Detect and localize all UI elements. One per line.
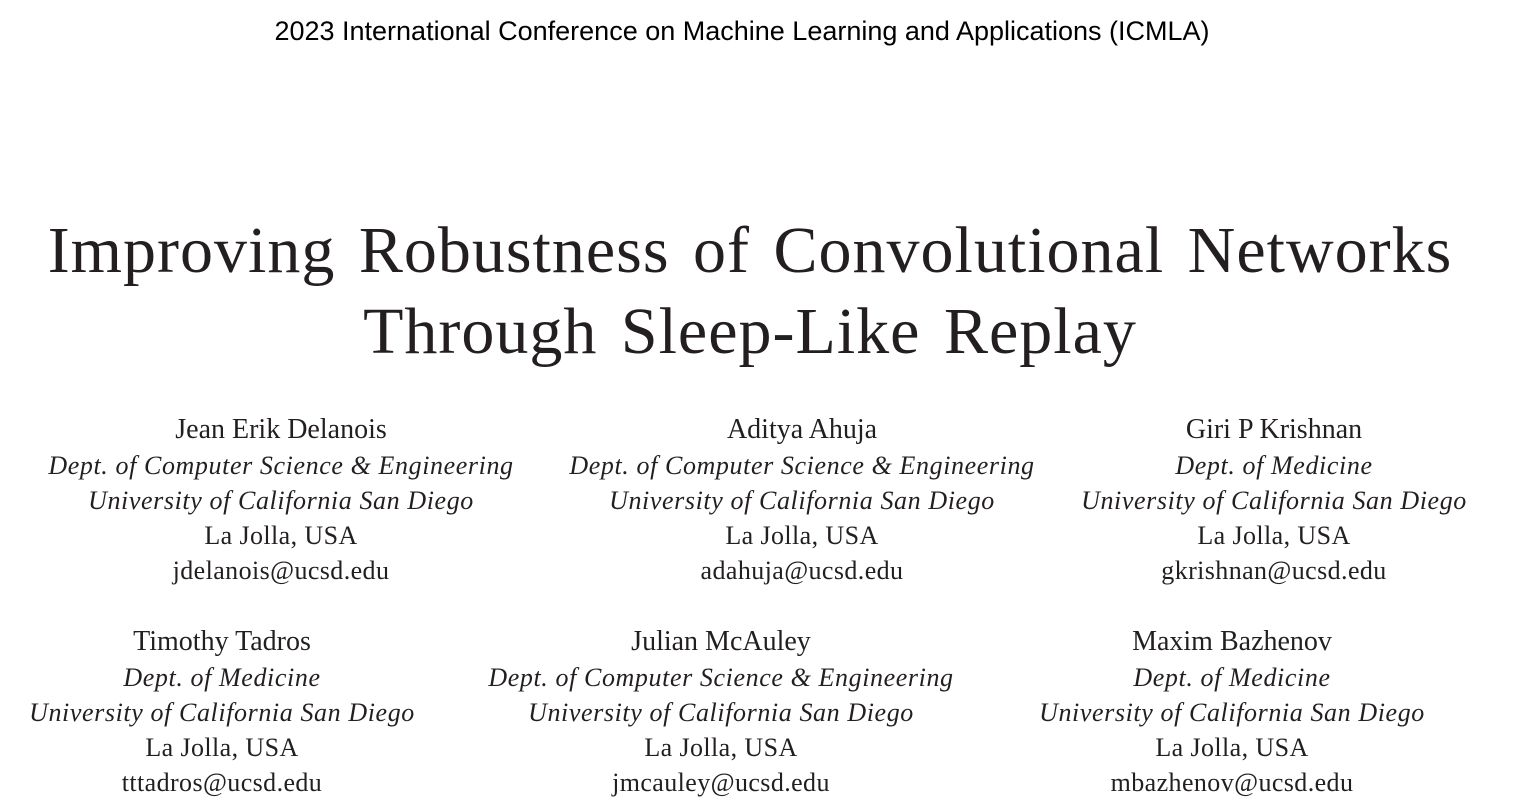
author-name: Maxim Bazhenov [1132, 626, 1332, 657]
author-location: La Jolla, USA [1155, 733, 1309, 762]
author-department: Dept. of Computer Science & Engineering [488, 663, 954, 692]
author-email: mbazhenov@ucsd.edu [1110, 768, 1354, 797]
author-department: Dept. of Medicine [1133, 663, 1331, 692]
author-name: Giri P Krishnan [1185, 414, 1363, 445]
author-department: Dept. of Computer Science & Engineering [569, 451, 1035, 480]
paper-title-line-2: Through Sleep-Like Replay [363, 295, 1137, 368]
author-location: La Jolla, USA [145, 733, 299, 762]
author-block-bazhenov: Maxim Bazhenov Dept. of Medicine Univers… [972, 624, 1492, 800]
author-email: jdelanois@ucsd.edu [172, 556, 390, 585]
author-name: Timothy Tadros [133, 626, 311, 657]
author-university: University of California San Diego [609, 486, 995, 515]
author-block-krishnan: Giri P Krishnan Dept. of Medicine Univer… [1014, 412, 1519, 588]
author-university: University of California San Diego [1039, 698, 1425, 727]
author-name: Jean Erik Delanois [175, 414, 387, 445]
author-location: La Jolla, USA [644, 733, 798, 762]
author-email: adahuja@ucsd.edu [700, 556, 904, 585]
author-block-tadros: Timothy Tadros Dept. of Medicine Univers… [0, 624, 482, 800]
author-block-ahuja: Aditya Ahuja Dept. of Computer Science &… [542, 412, 1062, 588]
author-university: University of California San Diego [88, 486, 474, 515]
author-university: University of California San Diego [1081, 486, 1467, 515]
author-university: University of California San Diego [29, 698, 415, 727]
author-email: tttadros@ucsd.edu [121, 768, 323, 797]
author-block-delanois: Jean Erik Delanois Dept. of Computer Sci… [21, 412, 541, 588]
author-name: Julian McAuley [631, 626, 811, 657]
paper-title-line-1: Improving Robustness of Convolutional Ne… [47, 214, 1453, 287]
author-email: gkrishnan@ucsd.edu [1161, 556, 1387, 585]
author-email: jmcauley@ucsd.edu [612, 768, 830, 797]
conference-header: 2023 International Conference on Machine… [274, 16, 1210, 46]
author-department: Dept. of Medicine [1175, 451, 1373, 480]
author-department: Dept. of Medicine [123, 663, 321, 692]
author-location: La Jolla, USA [725, 521, 879, 550]
author-department: Dept. of Computer Science & Engineering [48, 451, 514, 480]
author-name: Aditya Ahuja [726, 414, 878, 445]
paper-title: Improving Robustness of Convolutional Ne… [0, 210, 1500, 372]
author-block-mcauley: Julian McAuley Dept. of Computer Science… [461, 624, 981, 800]
author-location: La Jolla, USA [1197, 521, 1351, 550]
author-university: University of California San Diego [528, 698, 914, 727]
author-location: La Jolla, USA [204, 521, 358, 550]
